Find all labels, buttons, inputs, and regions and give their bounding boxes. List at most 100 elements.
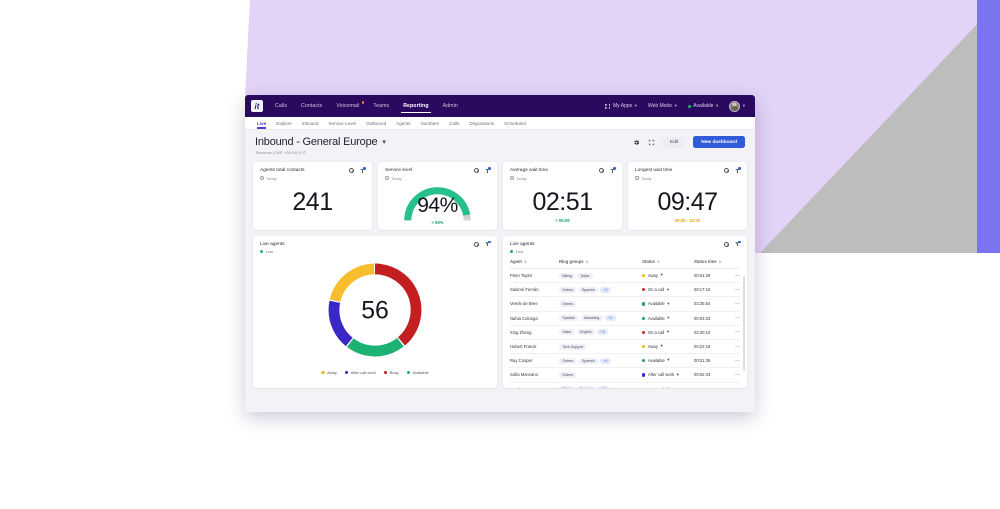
legend-item[interactable]: After call work: [344, 370, 376, 375]
row-actions-menu[interactable]: —: [732, 311, 740, 326]
table-row[interactable]: Ray Cooper Orders Spanish +1 Available ▾ 00:01…: [510, 353, 740, 369]
cell-status[interactable]: On a call▾: [642, 282, 694, 298]
status-label: Available: [647, 358, 665, 364]
row-actions-menu[interactable]: —: [732, 353, 740, 369]
legend-item[interactable]: Away: [321, 370, 337, 375]
chevron-down-icon[interactable]: ▾: [667, 315, 669, 321]
search-icon[interactable]: [724, 241, 730, 247]
column-status[interactable]: Status ⇅: [642, 259, 694, 269]
row-actions-menu[interactable]: —: [732, 382, 740, 388]
search-icon[interactable]: [474, 168, 480, 174]
filter-icon[interactable]: [735, 167, 741, 173]
fullscreen-icon[interactable]: [648, 139, 655, 146]
cell-status[interactable]: Available ▾: [642, 311, 694, 326]
chevron-down-icon[interactable]: ▾: [660, 273, 662, 278]
cell-status[interactable]: After call work ▾: [642, 367, 694, 383]
legend-item[interactable]: Busy: [383, 370, 399, 375]
column-status-time[interactable]: Status time ⇅: [693, 259, 733, 269]
cell-status[interactable]: Away ▾: [642, 339, 694, 355]
row-actions-menu[interactable]: —: [732, 282, 740, 298]
row-actions-menu[interactable]: —: [732, 296, 740, 312]
search-icon[interactable]: [724, 168, 730, 174]
dashboard-title-row[interactable]: Inbound - General Europe ▾: [255, 136, 386, 148]
chevron-down-icon[interactable]: ▾: [677, 372, 679, 378]
table-scrollbar[interactable]: [743, 275, 745, 371]
nav-item-admin[interactable]: Admin: [441, 100, 460, 112]
nav-item-calls[interactable]: Calls: [273, 100, 289, 112]
ring-group-overflow-pill[interactable]: +1: [598, 386, 610, 388]
nav-item-teams[interactable]: Teams: [371, 100, 391, 112]
table-row[interactable]: Tonsbang Jun SeoSalesSpanish+1On a call▾…: [510, 382, 740, 388]
filter-icon[interactable]: [610, 167, 616, 173]
nav-item-reporting[interactable]: Reporting: [401, 100, 431, 113]
ring-group-pill: Spanish: [578, 286, 599, 293]
app-logo[interactable]: it: [251, 100, 263, 112]
new-dashboard-button[interactable]: New dashboard: [693, 136, 745, 148]
donut-legend: Away After call work Busy Available: [260, 370, 490, 375]
cell-status[interactable]: Available ▾: [642, 296, 694, 312]
table-row[interactable]: Hubert Franck Tech Support Away ▾ 00:22:18—: [510, 339, 740, 355]
legend-item[interactable]: Available: [406, 370, 429, 375]
ring-group-overflow-pill[interactable]: +1: [600, 286, 612, 293]
cell-status-time: 00:02:43: [693, 367, 733, 383]
cell-ring-groups: Billing Sales: [558, 268, 643, 284]
row-actions-menu[interactable]: —: [732, 268, 740, 284]
chevron-down-icon[interactable]: ▾: [660, 344, 662, 349]
dashboard-page: Inbound - General Europe ▾ Timezone (GMT…: [245, 130, 755, 412]
my-apps-menu[interactable]: My Apps ▾: [605, 103, 637, 109]
subnav-item-service-level[interactable]: Service Level: [328, 118, 356, 129]
row-actions-menu[interactable]: —: [732, 325, 740, 340]
table-row[interactable]: Xing Zheng Sales English +3 On a call ▾ 02:30:…: [510, 325, 740, 340]
user-menu[interactable]: ▾: [729, 100, 745, 112]
chevron-down-icon[interactable]: ▾: [667, 358, 669, 363]
column-actions: [732, 259, 740, 269]
subnav-item-live[interactable]: Live: [257, 118, 267, 129]
cell-status[interactable]: On a call▾: [642, 382, 694, 388]
filter-icon[interactable]: [485, 240, 491, 247]
chevron-down-icon[interactable]: ▾: [667, 330, 669, 335]
availability-menu[interactable]: Available ▾: [687, 103, 718, 109]
subnav-item-explore[interactable]: Explore: [276, 118, 292, 129]
table-row[interactable]: Nahia Colunga Spanish Marketing +1 Available…: [510, 311, 740, 326]
search-icon[interactable]: [474, 241, 480, 247]
table-row[interactable]: Sofia Manzano Orders After call work ▾ 00:02…: [510, 367, 740, 383]
gauge-value: 94%: [417, 193, 458, 217]
sort-icon: ⇅: [718, 260, 722, 264]
table-row[interactable]: Salomé Fernán Orders Spanish +1 On a call ▾ 00…: [510, 282, 740, 298]
subnav-item-dispositions[interactable]: Dispositions: [469, 118, 494, 129]
search-icon[interactable]: [349, 168, 355, 174]
search-icon[interactable]: [599, 168, 605, 174]
subnav-item-numbers[interactable]: Numbers: [420, 118, 439, 129]
subnav-item-agents[interactable]: Agents: [396, 118, 410, 129]
cell-status[interactable]: Available ▾: [642, 353, 694, 369]
subnav-item-outbound[interactable]: Outbound: [366, 118, 386, 129]
row-actions-menu[interactable]: —: [732, 339, 740, 355]
nav-item-contacts[interactable]: Contacts: [299, 100, 324, 112]
filter-icon[interactable]: [360, 167, 366, 173]
nav-item-voicemail[interactable]: Voicemail: [334, 100, 365, 112]
gear-icon[interactable]: [633, 139, 640, 146]
chevron-down-icon[interactable]: ▾: [667, 301, 669, 307]
subnav-item-scheduled[interactable]: Scheduled: [504, 118, 526, 129]
cell-agent: Xing Zheng: [510, 325, 559, 340]
cell-status[interactable]: Away ▾: [642, 268, 694, 284]
cell-status[interactable]: On a call▾: [642, 325, 694, 340]
column-ring-groups[interactable]: Ring groups ⇅: [558, 259, 643, 269]
table-row[interactable]: Veerle de Bree Orders Available ▾ 02:35:54—: [510, 296, 740, 312]
table-row[interactable]: Peter Taylor Billing Sales Away ▾ 00:01:29—: [510, 268, 740, 284]
row-actions-menu[interactable]: —: [732, 367, 740, 383]
subnav-item-inbound[interactable]: Inbound: [302, 118, 319, 129]
ring-group-overflow-pill[interactable]: +3: [597, 329, 608, 336]
web-mode-menu[interactable]: Web Mode ▾: [648, 103, 677, 109]
ring-group-overflow-pill[interactable]: +1: [604, 315, 616, 322]
edit-button[interactable]: Edit: [663, 136, 686, 148]
ring-group-overflow-pill[interactable]: +1: [600, 357, 612, 364]
card-title: Service level: [385, 168, 413, 173]
filter-icon[interactable]: [485, 167, 491, 173]
column-agent[interactable]: Agent ⇅: [510, 259, 559, 269]
chevron-down-icon[interactable]: ▾: [382, 138, 386, 146]
chevron-down-icon[interactable]: ▾: [667, 386, 669, 387]
filter-icon[interactable]: [735, 240, 741, 247]
chevron-down-icon[interactable]: ▾: [667, 287, 669, 293]
subnav-item-calls[interactable]: Calls: [449, 118, 459, 129]
